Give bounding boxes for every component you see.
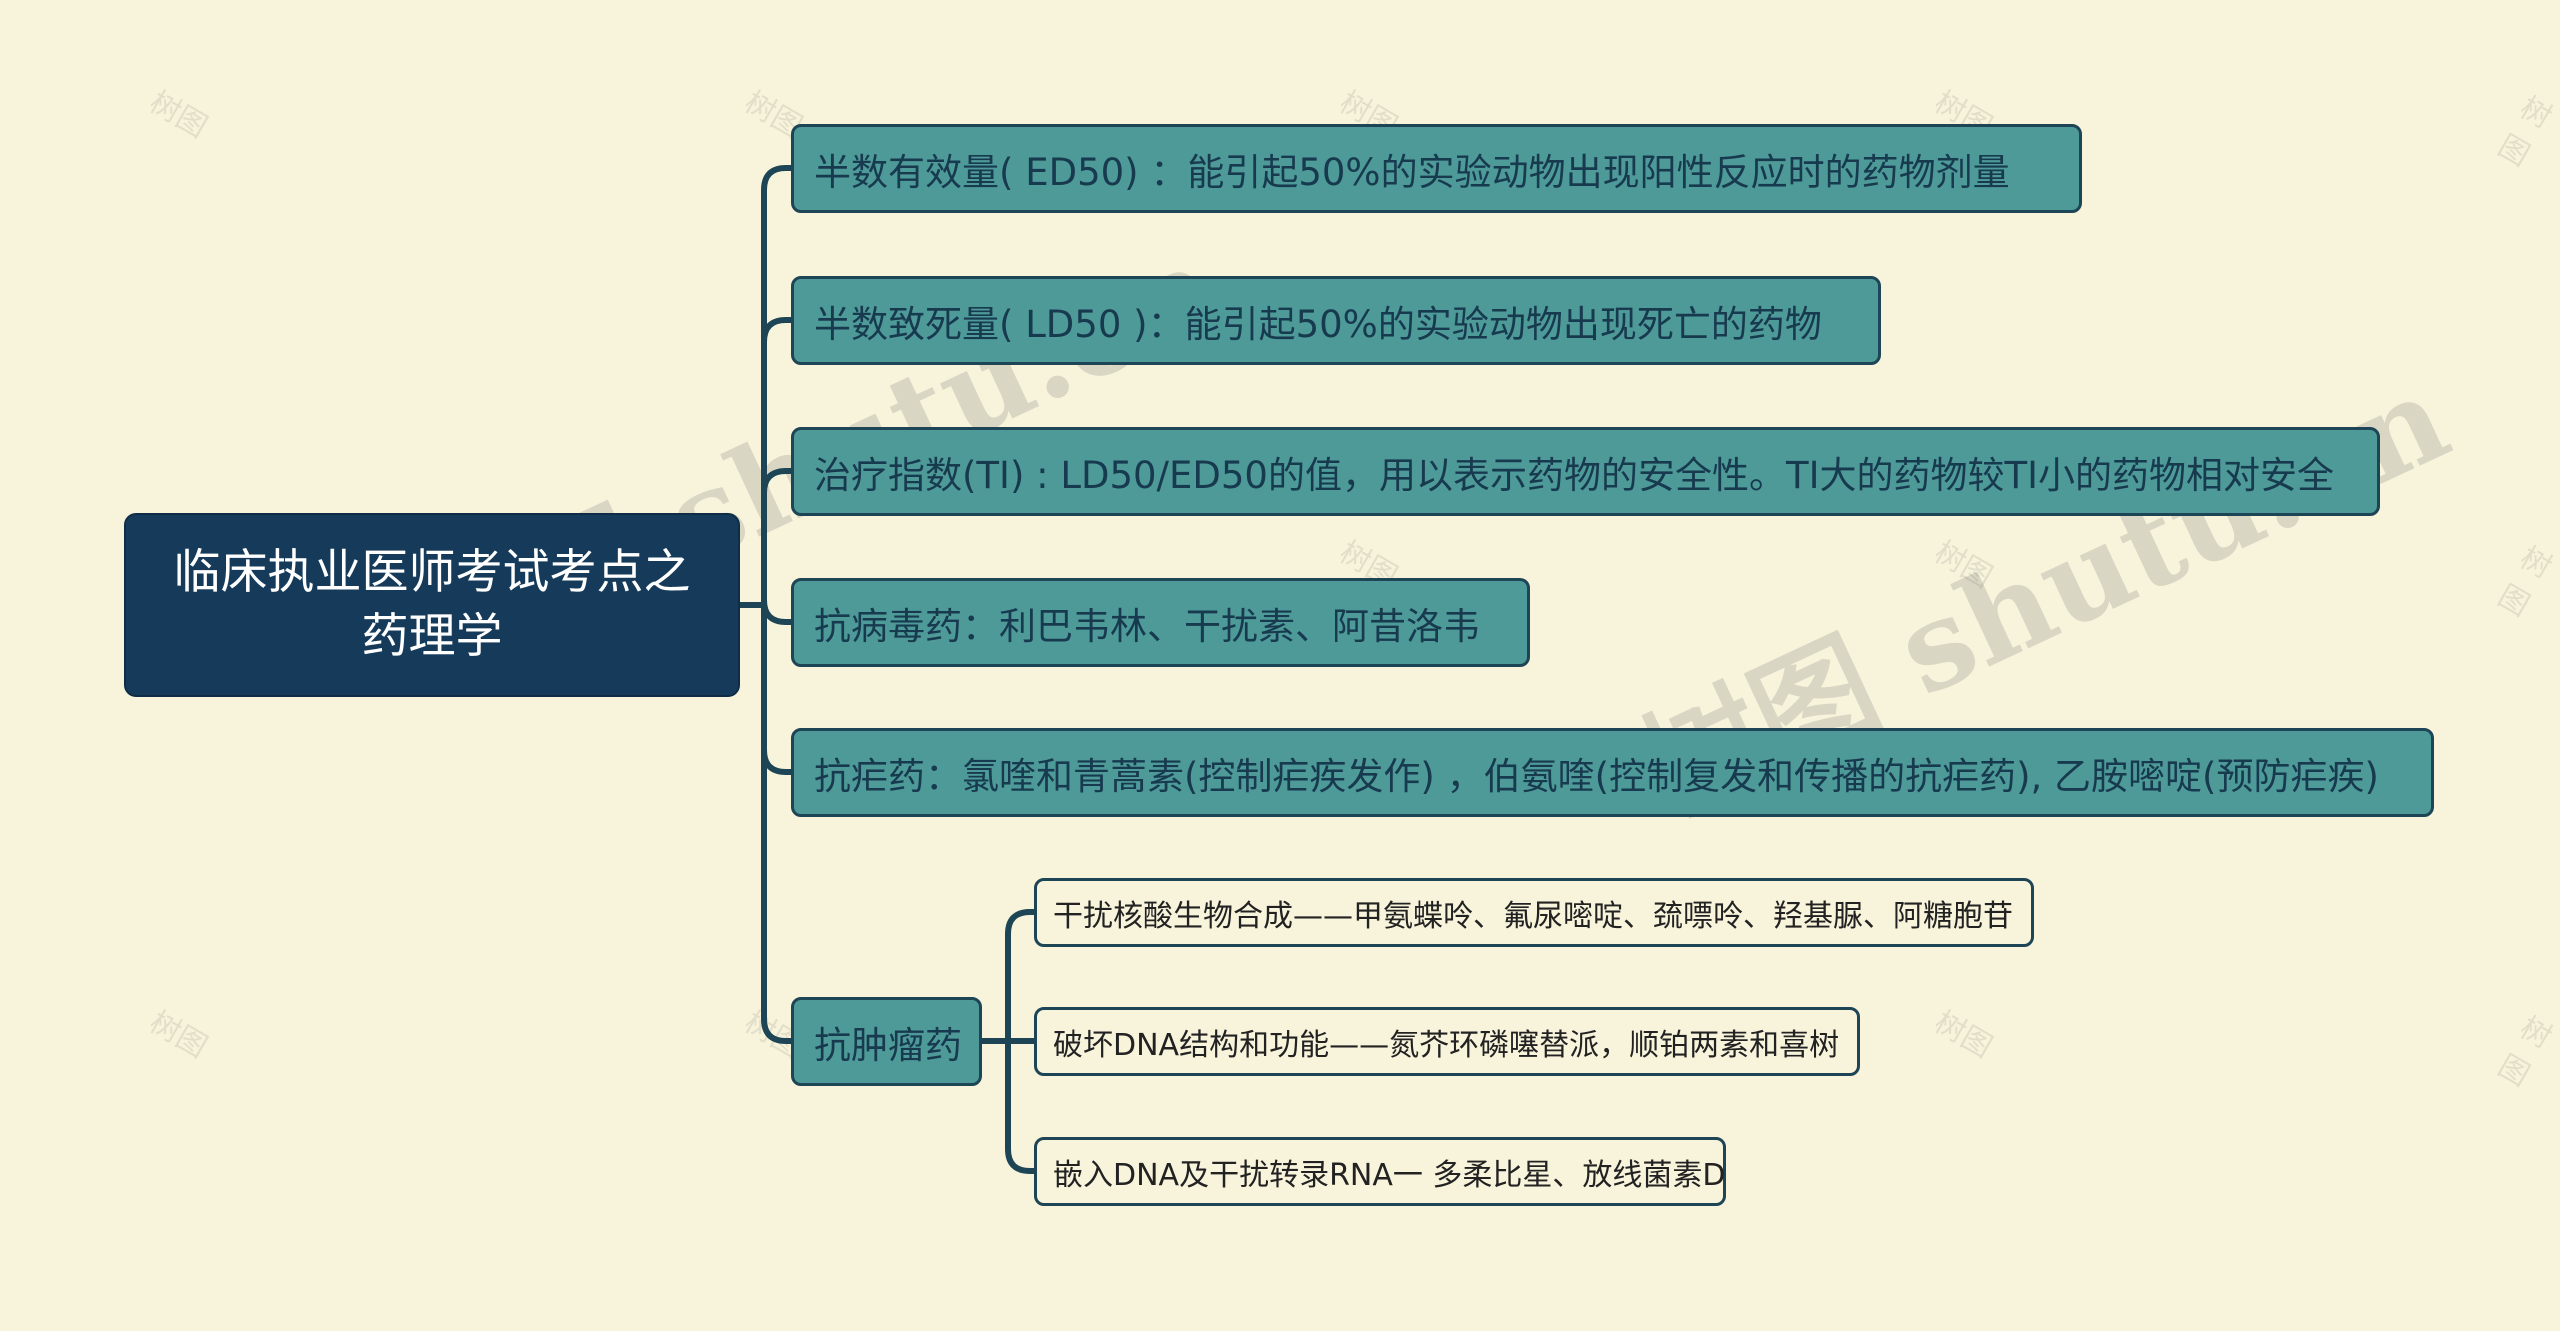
branch-label: 抗疟药：氯喹和青蒿素(控制疟疾发作) ，伯氨喹(控制复发和传播的抗疟药), 乙胺… [814,754,2379,798]
root-label: 临床执业医师考试考点之药理学 [173,545,691,664]
branch-node-ed50[interactable]: 半数有效量( ED50) ：能引起50%的实验动物出现阳性反应时的药物剂量 [791,124,2082,213]
branch-node-ld50[interactable]: 半数致死量( LD50 )：能引起50%的实验动物出现死亡的药物 [791,276,1881,365]
branch-label: 抗肿瘤药 [814,1023,962,1067]
branch-label: 治疗指数(TI) : LD50/ED50的值，用以表示药物的安全性。TI大的药物… [814,453,2334,497]
leaf-label: 破坏DNA结构和功能——氮芥环磷噻替派，顺铂两素和喜树 [1053,1027,1840,1063]
branch-connector-3 [761,468,794,608]
branch-connector-1 [761,165,794,608]
branch-node-antitumor[interactable]: 抗肿瘤药 [791,997,982,1086]
branch-label: 抗病毒药：利巴韦林、干扰素、阿昔洛韦 [814,604,1480,648]
leaf-connector-1 [1005,909,1037,1044]
root-node[interactable]: 临床执业医师考试考点之药理学 [124,513,740,697]
branch-label: 半数有效量( ED50) ：能引起50%的实验动物出现阳性反应时的药物剂量 [814,150,2010,194]
leaf-label: 嵌入DNA及干扰转录RNA一 多柔比星、放线菌素D [1053,1157,1726,1193]
leaf-node-dna-structure[interactable]: 破坏DNA结构和功能——氮芥环磷噻替派，顺铂两素和喜树 [1034,1007,1860,1076]
branch-connector-6 [761,602,794,1044]
leaf-connector-3 [1005,1038,1037,1174]
mindmap-canvas: 树图 shutu.cn 树图 shutu.cn 树图 树图 树图 树图 树图 树… [0,0,2560,1331]
branch-label: 半数致死量( LD50 )：能引起50%的实验动物出现死亡的药物 [814,302,1822,346]
branch-connector-4 [761,599,794,625]
branch-connector-2 [761,317,794,608]
branch-node-antiviral[interactable]: 抗病毒药：利巴韦林、干扰素、阿昔洛韦 [791,578,1530,667]
leaf-node-dna-intercalation[interactable]: 嵌入DNA及干扰转录RNA一 多柔比星、放线菌素D [1034,1137,1726,1206]
leaf-label: 干扰核酸生物合成——甲氨蝶呤、氟尿嘧啶、巯嘌呤、羟基脲、阿糖胞苷 [1053,898,2013,934]
branch-node-antimalarial[interactable]: 抗疟药：氯喹和青蒿素(控制疟疾发作) ，伯氨喹(控制复发和传播的抗疟药), 乙胺… [791,728,2434,817]
branch-node-therapeutic-index[interactable]: 治疗指数(TI) : LD50/ED50的值，用以表示药物的安全性。TI大的药物… [791,427,2380,516]
leaf-node-nucleic-acid[interactable]: 干扰核酸生物合成——甲氨蝶呤、氟尿嘧啶、巯嘌呤、羟基脲、阿糖胞苷 [1034,878,2034,947]
branch-connector-5 [761,602,794,775]
